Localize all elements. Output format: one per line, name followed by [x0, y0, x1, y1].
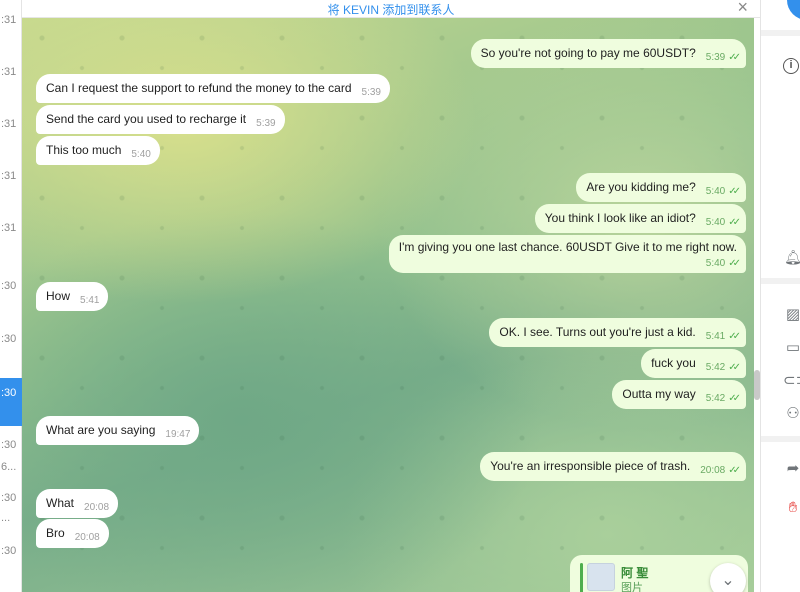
message-out[interactable]: I'm giving you one last chance. 60USDT G… — [388, 235, 746, 273]
message-time: 19:47 — [165, 429, 191, 440]
message-time: 5:42 — [705, 362, 726, 373]
chat-time: :30 — [1, 439, 17, 451]
read-check-icon: ✓✓ — [728, 465, 741, 476]
message-text: Outta my way — [622, 387, 696, 401]
message-out[interactable]: fuck you 5:42 ✓✓ — [641, 349, 746, 378]
chat-time: :30 — [1, 545, 17, 557]
share-icon[interactable]: ➦ — [783, 459, 800, 479]
message-time: 20:08 — [84, 502, 110, 513]
chat-time: :30 — [1, 333, 17, 345]
reply-kind: 图片 — [621, 582, 643, 592]
message-text: This too much — [46, 143, 122, 157]
message-text: I'm giving you one last chance. 60USDT G… — [398, 240, 737, 254]
message-meta: 5:40 ✓✓ — [399, 255, 741, 269]
chat-time: :31 — [1, 14, 17, 26]
message-time: 5:42 — [705, 393, 726, 404]
selected-chat[interactable]: :30 — [0, 378, 22, 426]
divider — [761, 30, 800, 36]
message-out[interactable]: Outta my way 5:42 ✓✓ — [612, 380, 746, 409]
message-text: OK. I see. Turns out you're just a kid. — [499, 325, 696, 339]
message-text: How — [46, 289, 71, 303]
chat-time: :31 — [1, 118, 17, 130]
message-time: 5:39 — [256, 118, 276, 129]
message-text: So you're not going to pay me 60USDT? — [480, 46, 696, 60]
message-time: 5:40 — [705, 258, 726, 269]
message-text: fuck you — [651, 356, 696, 370]
chat-topbar: 将 KEVIN 添加到联系人 × — [22, 0, 760, 18]
message-text: Are you kidding me? — [586, 180, 696, 194]
chevron-down-icon[interactable]: ⌄ — [710, 563, 746, 592]
message-out[interactable]: So you're not going to pay me 60USDT? 5:3… — [470, 39, 746, 68]
chat-messages[interactable]: So you're not going to pay me 60USDT? 5:3… — [22, 18, 754, 592]
info-icon[interactable]: i — [783, 58, 800, 78]
message-text: What — [46, 496, 75, 510]
read-check-icon: ✓✓ — [728, 217, 741, 228]
read-check-icon: ✓✓ — [728, 52, 741, 63]
message-text: Send the card you used to recharge it — [46, 112, 247, 126]
message-time: 5:39 — [361, 87, 381, 98]
read-check-icon: ✓✓ — [728, 331, 741, 342]
chat-time: :30 — [1, 492, 17, 504]
message-time: 20:08 — [700, 465, 726, 476]
message-time: 5:41 — [80, 295, 100, 306]
avatar[interactable] — [787, 0, 800, 20]
link-icon[interactable]: ⊂⊃ — [783, 371, 800, 391]
message-time: 5:39 — [705, 52, 726, 63]
read-check-icon: ✓✓ — [728, 186, 741, 197]
reply-bar — [580, 563, 583, 592]
message-in[interactable]: This too much 5:40 — [36, 136, 160, 165]
message-time: 5:41 — [705, 331, 726, 342]
message-out[interactable]: OK. I see. Turns out you're just a kid. 5… — [489, 318, 746, 347]
chat-time: :31 — [1, 222, 17, 234]
statistics-icon[interactable]: ▨ — [783, 305, 800, 325]
message-text: You're an irresponsible piece of trash. — [490, 459, 691, 473]
chat-time: :31 — [1, 66, 17, 78]
members-icon[interactable]: ⚇ — [783, 404, 800, 424]
photo-thumbnail[interactable] — [587, 563, 615, 591]
message-in[interactable]: What are you saying 19:47 — [36, 416, 200, 445]
message-in[interactable]: Can I request the support to refund the … — [36, 74, 390, 103]
chat-list-edge[interactable]: :31 :31 :31 :31 :31 :30 :30 :30 :30 6...… — [0, 0, 22, 592]
close-icon[interactable]: × — [737, 0, 748, 18]
message-text: What are you saying — [46, 423, 156, 437]
message-text: You think I look like an idiot? — [544, 211, 696, 225]
bell-icon[interactable]: 🔔︎ — [783, 247, 800, 267]
message-time: 20:08 — [74, 532, 100, 543]
message-time: 5:40 — [705, 217, 726, 228]
divider — [761, 436, 800, 442]
read-check-icon: ✓✓ — [728, 362, 741, 373]
message-text: Can I request the support to refund the … — [46, 81, 352, 95]
message-out[interactable]: Are you kidding me? 5:40 ✓✓ — [576, 173, 746, 202]
message-out[interactable]: You think I look like an idiot? 5:40 ✓✓ — [534, 204, 746, 233]
chat-time: :31 — [1, 170, 17, 182]
message-time: 5:40 — [705, 186, 726, 197]
chat-time: :30 — [1, 280, 17, 292]
message-in[interactable]: What 20:08 — [36, 489, 119, 518]
divider — [761, 278, 800, 284]
info-panel-edge: i 🔔︎ ▨ ▭ ⊂⊃ ⚇ ➦ ✋︎ — [760, 0, 800, 592]
message-out[interactable]: You're an irresponsible piece of trash. 2… — [480, 452, 746, 481]
read-check-icon: ✓✓ — [728, 393, 741, 404]
message-in[interactable]: How 5:41 — [36, 282, 109, 311]
add-contact-link[interactable]: 将 KEVIN 添加到联系人 — [22, 1, 760, 18]
video-icon[interactable]: ▭ — [783, 338, 800, 358]
chat-time: 6... — [1, 461, 17, 473]
message-text: Bro — [46, 526, 65, 540]
chat-time: ... — [1, 512, 11, 524]
message-time: 5:40 — [131, 149, 151, 160]
read-check-icon: ✓✓ — [728, 258, 741, 269]
hand-icon[interactable]: ✋︎ — [783, 498, 800, 518]
message-in[interactable]: Bro 20:08 — [36, 519, 109, 548]
message-in[interactable]: Send the card you used to recharge it 5:3… — [36, 105, 285, 134]
chat-time: :30 — [1, 387, 17, 399]
